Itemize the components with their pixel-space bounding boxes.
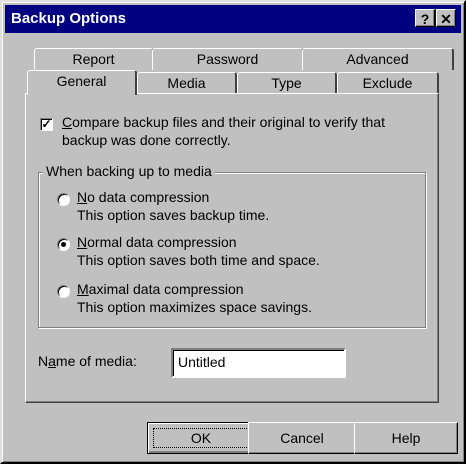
tab-advanced[interactable]: Advanced	[302, 48, 454, 70]
help-button[interactable]: Help	[354, 422, 458, 454]
radio-selected-dot	[61, 242, 66, 247]
window-title: Backup Options	[11, 10, 127, 27]
no-compression-desc: This option saves backup time.	[77, 207, 270, 223]
maximal-compression-label[interactable]: Maximal data compression	[77, 281, 244, 297]
media-name-label: Name of media:	[38, 353, 137, 369]
ok-button[interactable]: OK	[147, 422, 255, 454]
maximal-compression-radio[interactable]	[57, 285, 70, 298]
no-compression-radio[interactable]	[57, 193, 70, 206]
no-compression-label[interactable]: No data compression	[77, 189, 209, 205]
normal-compression-radio[interactable]	[57, 238, 70, 251]
tab-general[interactable]: General	[27, 70, 137, 95]
tab-type[interactable]: Type	[237, 72, 337, 94]
cancel-button[interactable]: Cancel	[248, 422, 356, 454]
compression-group-title: When backing up to media	[43, 163, 215, 179]
normal-compression-desc: This option saves both time and space.	[77, 252, 320, 268]
tab-report[interactable]: Report	[34, 48, 154, 70]
media-name-input[interactable]: Untitled	[171, 348, 346, 378]
title-bar: Backup Options ? ✕	[5, 5, 461, 33]
normal-compression-label[interactable]: Normal data compression	[77, 234, 237, 250]
maximal-compression-desc: This option maximizes space savings.	[77, 299, 312, 315]
focus-rect	[153, 428, 249, 448]
compare-label-line2: backup was done correctly.	[62, 132, 231, 148]
compare-checkbox[interactable]: ✓	[40, 118, 53, 131]
tab-exclude[interactable]: Exclude	[337, 72, 439, 94]
close-icon[interactable]: ✕	[436, 9, 456, 27]
help-icon[interactable]: ?	[415, 9, 435, 27]
tab-media[interactable]: Media	[137, 72, 237, 94]
tab-password[interactable]: Password	[152, 48, 304, 70]
compare-label-line1[interactable]: Compare backup files and their original …	[62, 114, 385, 130]
